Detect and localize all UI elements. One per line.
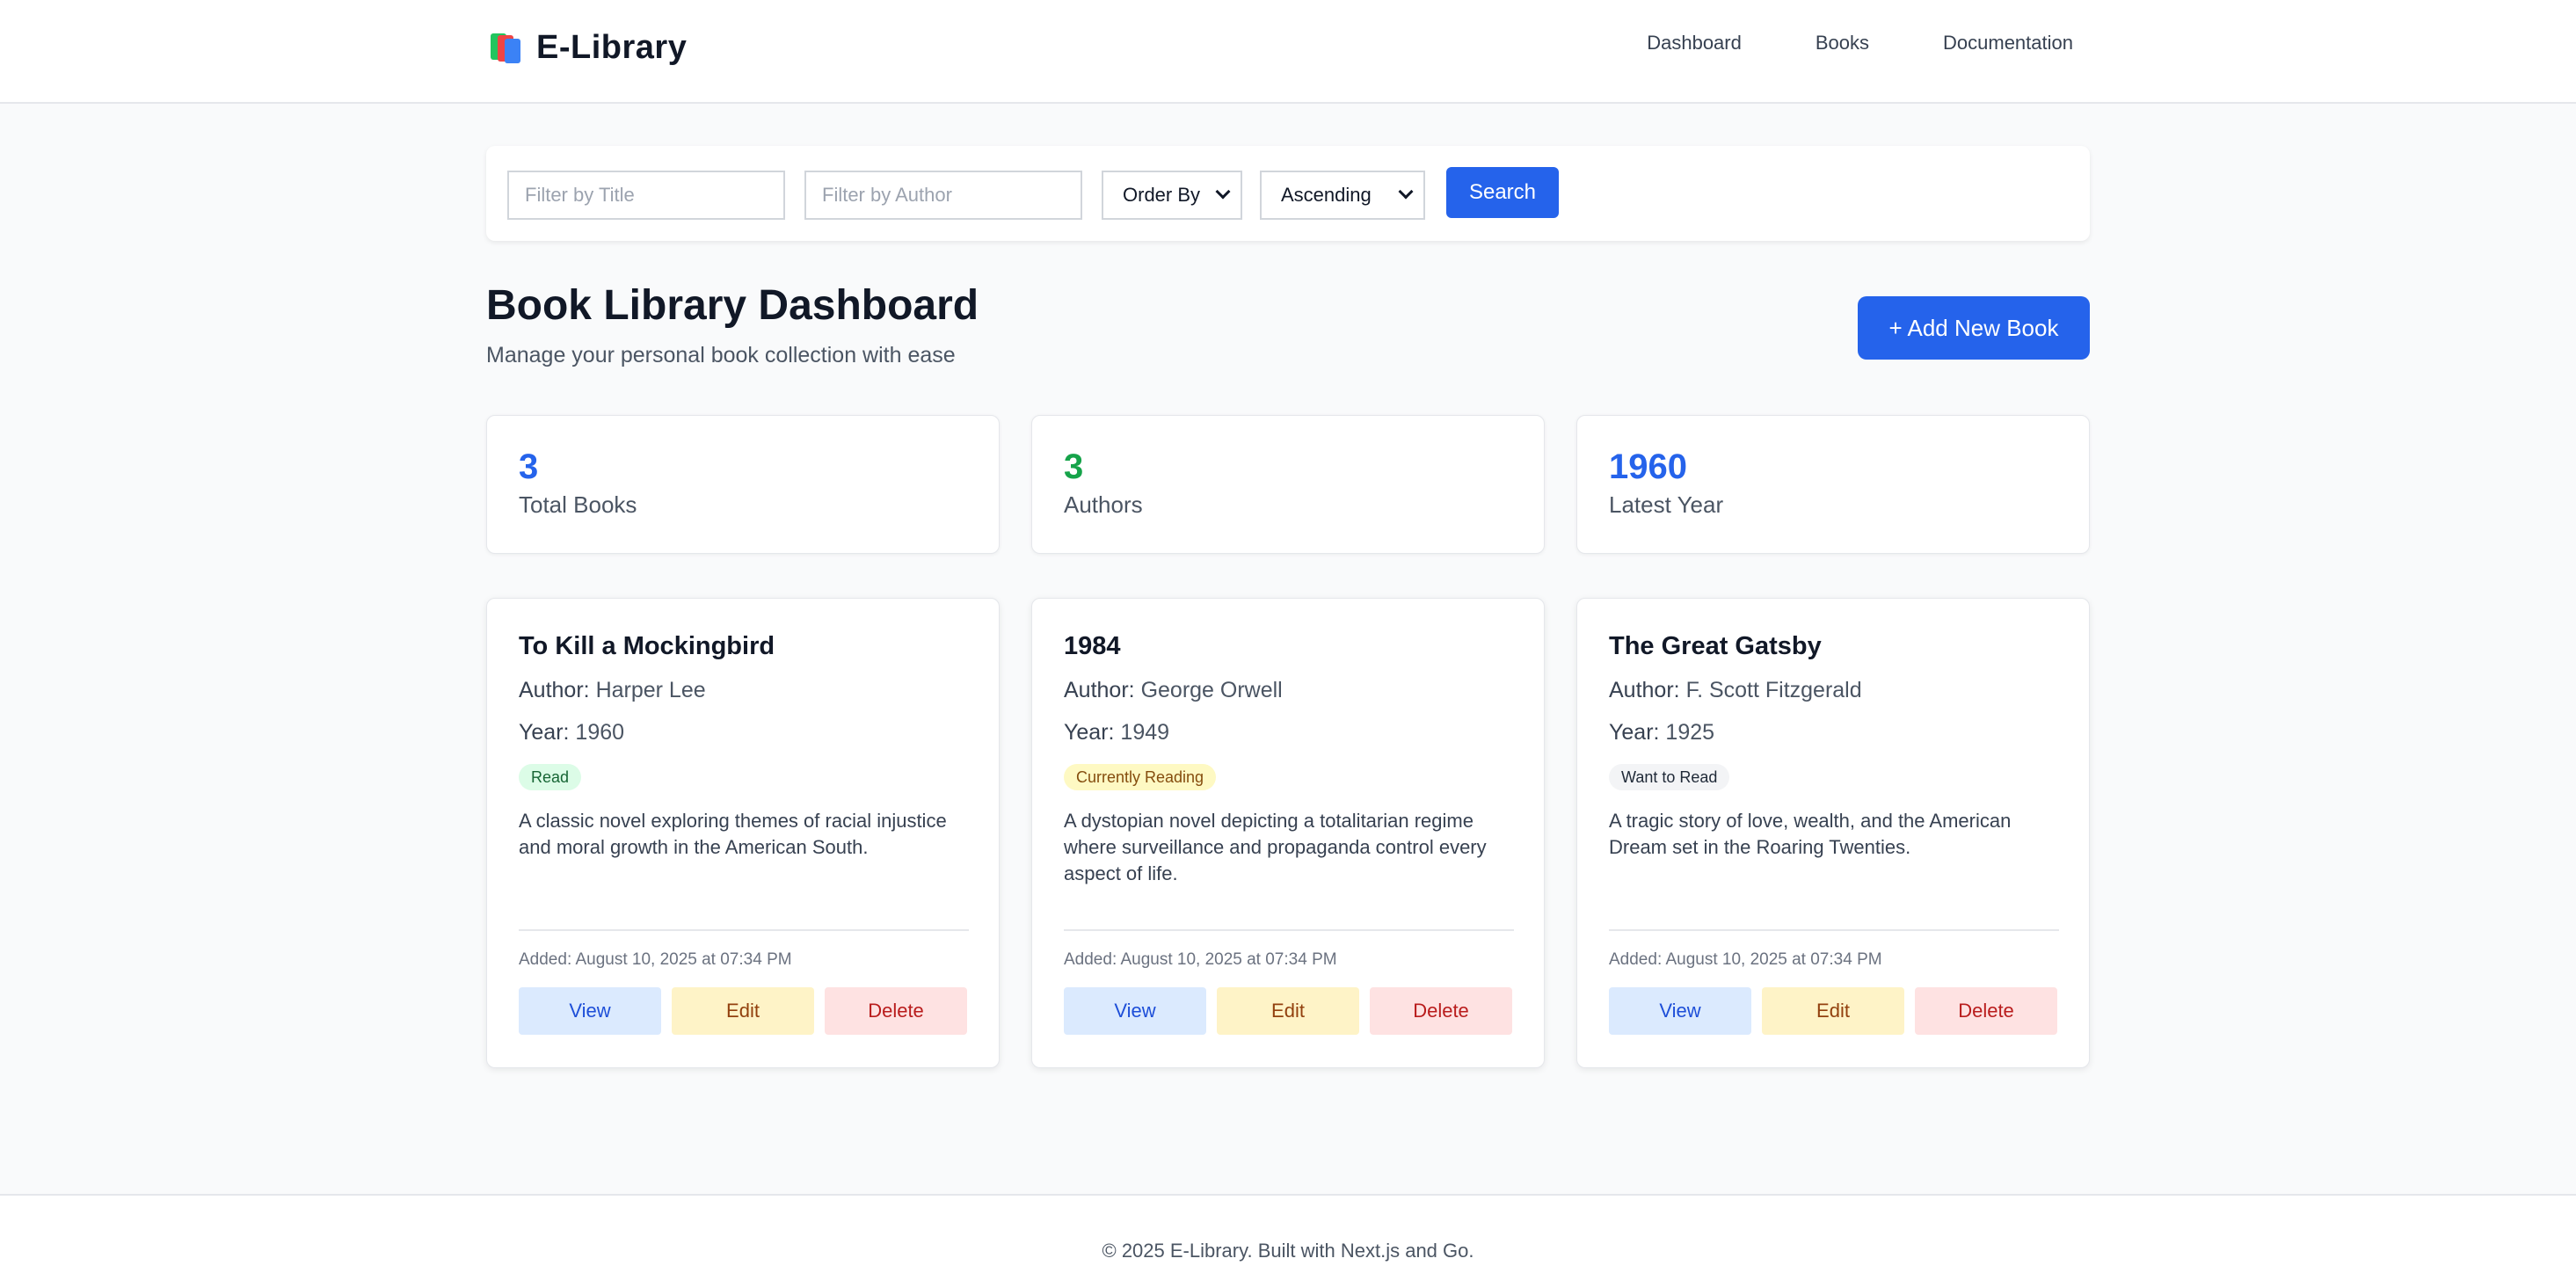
stat-value: 1960 [1609,447,1687,486]
delete-button[interactable]: Delete [825,987,967,1035]
edit-button[interactable]: Edit [672,987,814,1035]
divider [519,929,969,931]
books-icon [489,30,524,65]
edit-button[interactable]: Edit [1762,987,1904,1035]
stat-label: Authors [1064,491,1143,518]
status-badge: Currently Reading [1064,764,1217,790]
author-filter-input[interactable] [804,171,1082,220]
title-filter-input[interactable] [507,171,785,220]
divider [1609,929,2059,931]
book-card: The Great Gatsby Author: F. Scott Fitzge… [1576,598,2090,1068]
status-badge: Read [519,764,582,790]
delete-button[interactable]: Delete [1915,987,2057,1035]
brand-link[interactable]: E-Library [489,26,687,69]
chevron-down-icon [1215,184,1231,200]
book-title: 1984 [1064,632,1121,660]
added-timestamp: Added: August 10, 2025 at 07:34 PM [1609,950,1882,969]
nav-documentation[interactable]: Documentation [1943,32,2073,55]
nav-books[interactable]: Books [1816,32,1869,55]
edit-button[interactable]: Edit [1217,987,1359,1035]
stat-card-authors: 3 Authors [1031,415,1545,554]
stat-card-latest-year: 1960 Latest Year [1576,415,2090,554]
added-timestamp: Added: August 10, 2025 at 07:34 PM [1064,950,1337,969]
main-nav: Dashboard Books Documentation [1647,32,2073,55]
search-button[interactable]: Search [1446,167,1559,218]
book-title: To Kill a Mockingbird [519,632,775,660]
footer-text: © 2025 E-Library. Built with Next.js and… [1102,1240,1474,1262]
filter-bar: Order By Ascending Search [486,146,2090,241]
view-button[interactable]: View [519,987,661,1035]
book-description: A dystopian novel depicting a totalitari… [1064,810,1487,884]
book-author: Author: F. Scott Fitzgerald [1609,678,1862,702]
view-button[interactable]: View [1609,987,1751,1035]
book-year: Year: 1949 [1064,720,1170,745]
book-title: The Great Gatsby [1609,632,1822,660]
stat-card-total-books: 3 Total Books [486,415,1000,554]
stat-value: 3 [519,447,539,486]
chevron-down-icon [1398,184,1414,200]
book-year: Year: 1960 [519,720,625,745]
book-author: Author: George Orwell [1064,678,1283,702]
view-button[interactable]: View [1064,987,1206,1035]
book-description: A classic novel exploring themes of raci… [519,810,947,858]
page-title: Book Library Dashboard [486,282,979,329]
order-by-value: Order By [1123,184,1201,206]
nav-dashboard[interactable]: Dashboard [1647,32,1742,55]
status-badge: Want to Read [1609,764,1730,790]
book-description: A tragic story of love, wealth, and the … [1609,810,2012,858]
book-author: Author: Harper Lee [519,678,706,702]
sort-direction-select[interactable]: Ascending [1260,171,1425,220]
order-by-select[interactable]: Order By [1102,171,1242,220]
sort-direction-value: Ascending [1281,184,1372,206]
delete-button[interactable]: Delete [1370,987,1512,1035]
divider [1064,929,1514,931]
brand-title: E-Library [536,28,688,66]
stat-label: Latest Year [1609,491,1724,518]
stat-label: Total Books [519,491,637,518]
add-book-button[interactable]: + Add New Book [1858,296,2090,360]
book-card: 1984 Author: George Orwell Year: 1949 Cu… [1031,598,1545,1068]
page-subtitle: Manage your personal book collection wit… [486,343,956,367]
footer: © 2025 E-Library. Built with Next.js and… [0,1194,2576,1273]
book-card: To Kill a Mockingbird Author: Harper Lee… [486,598,1000,1068]
added-timestamp: Added: August 10, 2025 at 07:34 PM [519,950,792,969]
top-navbar: E-Library Dashboard Books Documentation [0,0,2576,104]
book-year: Year: 1925 [1609,720,1715,745]
stat-value: 3 [1064,447,1084,486]
